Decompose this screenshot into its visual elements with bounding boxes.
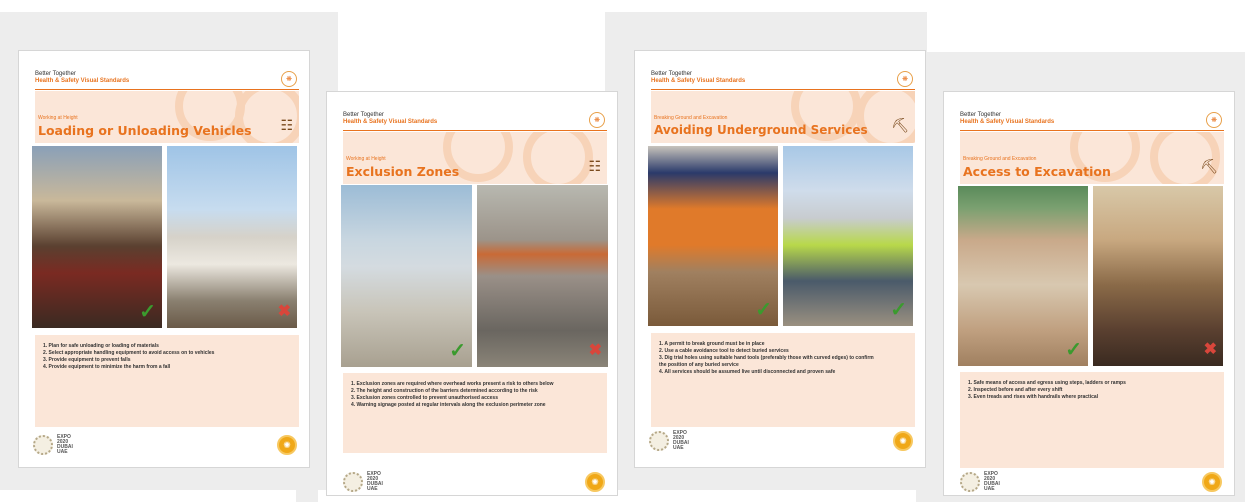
title-band: Breaking Ground and Excavation Access to… [960, 132, 1224, 184]
header-tagline: Better Together [35, 71, 76, 77]
title-band: Breaking Ground and Excavation Avoiding … [651, 91, 915, 143]
expo-footer-logo: EXPO 2020 DUBAI UAE [649, 431, 689, 451]
header-divider [35, 89, 299, 90]
rule-item: 1. Safe means of access and egress using… [968, 380, 1126, 386]
rule-item: 4. All services should be assumed live u… [659, 369, 836, 375]
expo-logo-icon [33, 435, 53, 455]
header-divider [343, 130, 607, 131]
rule-item: 3. Provide equipment to prevent falls [43, 357, 131, 363]
decorative-arc [523, 132, 593, 184]
check-icon: ✓ [139, 301, 156, 323]
expo-logo-icon [649, 431, 669, 451]
sun-badge-icon: ✺ [1202, 472, 1222, 492]
rules-panel: 1. Exclusion zones are required where ov… [343, 373, 607, 453]
photo-correct: ✓ [648, 146, 778, 326]
header-tagline: Better Together [960, 112, 1001, 118]
expo-logo-icon [960, 472, 980, 492]
expo-logo-icon [343, 472, 363, 492]
rule-item: 1. Plan for safe unloading or loading of… [43, 343, 159, 349]
gallery-stage: Better Together Health & Safety Visual S… [0, 0, 1245, 502]
logo-line: UAE [367, 486, 378, 492]
poster-exclusion-zones[interactable]: Better Together Health & Safety Visual S… [326, 91, 618, 496]
expo-logo-text: EXPO 2020 DUBAI UAE [984, 472, 1000, 492]
header-divider [651, 89, 915, 90]
sun-badge-icon: ✺ [585, 472, 605, 492]
check-icon: ✓ [890, 299, 907, 321]
rule-item: the position of any buried service [659, 362, 739, 368]
poster-title: Exclusion Zones [346, 164, 460, 179]
cross-icon: ✖ [1203, 341, 1217, 358]
rule-item: 3. Even treads and rises with handrails … [968, 394, 1099, 400]
rules-panel: 1. Plan for safe unloading or loading of… [35, 335, 299, 427]
expo-seal-icon: ❋ [281, 71, 297, 87]
rules-panel: 1. Safe means of access and egress using… [960, 372, 1224, 468]
photo-incorrect: ✖ [1093, 186, 1223, 366]
expo-footer-logo: EXPO 2020 DUBAI UAE [343, 472, 383, 492]
rules-panel: 1. A permit to break ground must be in p… [651, 333, 915, 427]
poster-title: Loading or Unloading Vehicles [38, 123, 252, 138]
rule-item: 2. Use a cable avoidance tool to detect … [659, 348, 789, 354]
header-brand: Health & Safety Visual Standards [343, 119, 438, 125]
photo-correct-2: ✓ [783, 146, 913, 326]
rule-item: 4. Provide equipment to minimize the har… [43, 364, 171, 370]
expo-footer-logo: EXPO 2020 DUBAI UAE [33, 435, 73, 455]
poster-title: Access to Excavation [963, 164, 1111, 179]
title-band: Working at Height Exclusion Zones ☷ [343, 132, 607, 184]
photo-correct: ✓ [32, 146, 162, 328]
rule-item: 1. Exclusion zones are required where ov… [351, 381, 554, 387]
poster-header: Better Together Health & Safety Visual S… [960, 112, 1054, 126]
rule-item: 4. Warning signage posted at regular int… [351, 402, 546, 408]
check-icon: ✓ [1065, 339, 1082, 361]
rule-item: 3. Exclusion zones controlled to prevent… [351, 395, 498, 401]
scaffold-icon: ☷ [588, 158, 601, 174]
poster-loading-unloading[interactable]: Better Together Health & Safety Visual S… [18, 50, 310, 468]
header-brand: Health & Safety Visual Standards [960, 119, 1055, 125]
rule-item: 1. A permit to break ground must be in p… [659, 341, 765, 347]
header-tagline: Better Together [343, 112, 384, 118]
photo-incorrect: ✖ [477, 185, 608, 367]
sun-badge-icon: ✺ [893, 431, 913, 451]
category-label: Breaking Ground and Excavation [963, 156, 1037, 162]
poster-header: Better Together Health & Safety Visual S… [651, 71, 745, 85]
poster-header: Better Together Health & Safety Visual S… [343, 112, 437, 126]
expo-seal-icon: ❋ [1206, 112, 1222, 128]
title-band: Working at Height Loading or Unloading V… [35, 91, 299, 143]
expo-seal-icon: ❋ [589, 112, 605, 128]
expo-seal-icon: ❋ [897, 71, 913, 87]
rule-item: 2. Select appropriate handling equipment… [43, 350, 215, 356]
photo-correct: ✓ [341, 185, 472, 367]
header-brand: Health & Safety Visual Standards [35, 78, 130, 84]
category-label: Working at Height [346, 156, 386, 162]
rule-item: 2. The height and construction of the ba… [351, 388, 538, 394]
excavator-icon: ⛏ [891, 117, 909, 133]
scaffold-icon: ☷ [280, 117, 293, 133]
sun-badge-icon: ✺ [277, 435, 297, 455]
check-icon: ✓ [755, 299, 772, 321]
expo-logo-text: EXPO 2020 DUBAI UAE [57, 435, 73, 455]
poster-header: Better Together Health & Safety Visual S… [35, 71, 129, 85]
rule-item: 2. Inspected before and after every shif… [968, 387, 1063, 393]
header-brand: Health & Safety Visual Standards [651, 78, 746, 84]
cross-icon: ✖ [588, 342, 602, 359]
expo-logo-text: EXPO 2020 DUBAI UAE [673, 431, 689, 451]
header-divider [960, 130, 1224, 131]
logo-line: UAE [57, 449, 68, 455]
cross-icon: ✖ [277, 303, 291, 320]
photo-incorrect: ✖ [167, 146, 297, 328]
category-label: Working at Height [38, 115, 78, 121]
expo-footer-logo: EXPO 2020 DUBAI UAE [960, 472, 1000, 492]
expo-logo-text: EXPO 2020 DUBAI UAE [367, 472, 383, 492]
rule-item: 3. Dig trial holes using suitable hand t… [659, 355, 874, 361]
logo-line: UAE [984, 486, 995, 492]
check-icon: ✓ [449, 340, 466, 362]
logo-line: UAE [673, 445, 684, 451]
photo-correct: ✓ [958, 186, 1088, 366]
poster-title: Avoiding Underground Services [654, 123, 868, 137]
poster-access-excavation[interactable]: Better Together Health & Safety Visual S… [943, 91, 1235, 496]
category-label: Breaking Ground and Excavation [654, 115, 728, 121]
header-tagline: Better Together [651, 71, 692, 77]
excavator-icon: ⛏ [1200, 158, 1218, 174]
poster-underground-services[interactable]: Better Together Health & Safety Visual S… [634, 50, 926, 468]
